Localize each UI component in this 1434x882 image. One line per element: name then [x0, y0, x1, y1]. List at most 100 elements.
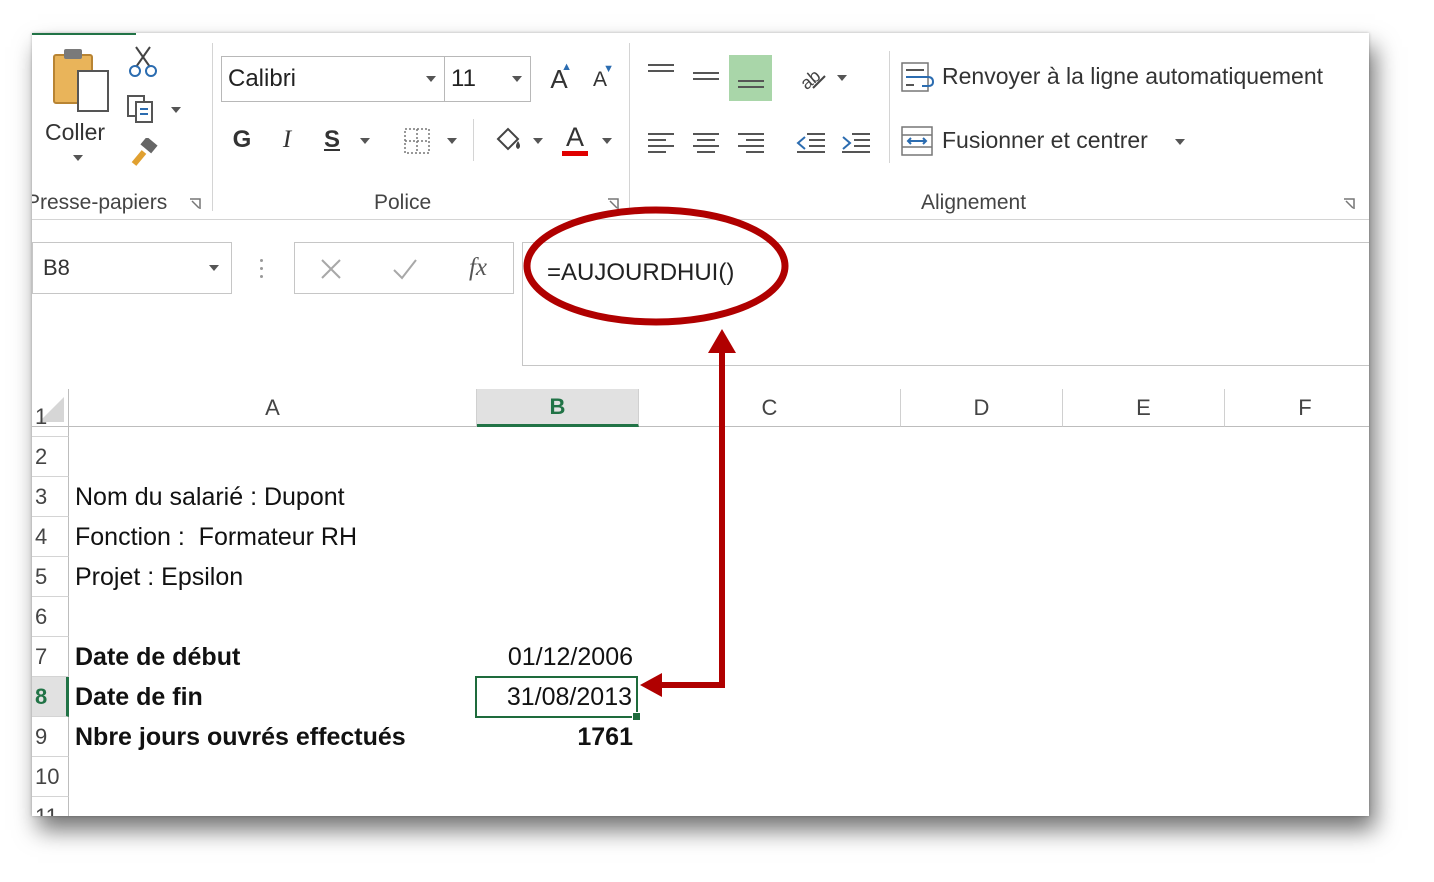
row-header-3[interactable]: 3 — [32, 477, 69, 517]
bold-button[interactable]: G — [227, 123, 257, 157]
name-box[interactable]: B8 — [32, 242, 232, 294]
close-icon — [321, 259, 341, 279]
align-top-icon — [648, 64, 674, 72]
italic-icon: I — [282, 126, 292, 153]
borders-button[interactable] — [401, 125, 433, 157]
merge-cells-icon — [901, 126, 933, 156]
column-header-e[interactable]: E — [1063, 389, 1225, 427]
font-size-combo[interactable]: 11 — [444, 56, 531, 102]
chevron-down-icon — [426, 76, 436, 82]
paste-dropdown-arrow[interactable] — [73, 155, 83, 161]
font-size-value: 11 — [451, 65, 476, 92]
increase-font-size-button[interactable]: A ▲ — [542, 61, 576, 97]
align-left-button[interactable] — [642, 125, 680, 161]
group-label-clipboard: Presse-papiers — [32, 191, 168, 214]
paste-button[interactable]: Coller — [45, 47, 112, 161]
row-header-4[interactable]: 4 — [32, 517, 69, 557]
align-top-button[interactable] — [642, 55, 680, 91]
copy-icon — [127, 95, 153, 123]
column-header-d[interactable]: D — [901, 389, 1063, 427]
cell-a5[interactable]: Projet : Epsilon — [75, 557, 243, 597]
confirm-entry-button[interactable] — [389, 253, 421, 285]
fill-handle[interactable] — [632, 712, 641, 721]
decrease-indent-button[interactable] — [792, 125, 830, 161]
borders-dropdown-arrow[interactable] — [447, 138, 457, 144]
insert-function-button[interactable]: fx — [461, 251, 495, 285]
borders-icon — [404, 128, 430, 154]
bold-icon: G — [232, 126, 252, 153]
font-launcher-icon[interactable] — [606, 197, 620, 211]
merge-dropdown-arrow[interactable] — [1175, 139, 1185, 145]
align-middle-button[interactable] — [687, 59, 725, 95]
copy-button[interactable] — [124, 93, 158, 125]
text-orientation-icon: ab — [796, 65, 826, 92]
merge-center-button[interactable]: Fusionner et centrer — [900, 123, 1190, 161]
clipboard-launcher-icon[interactable] — [188, 197, 202, 211]
separator — [212, 43, 213, 211]
ribbon-bottom-border — [32, 219, 1369, 220]
row-header-6[interactable]: 6 — [32, 597, 69, 637]
row-header-8[interactable]: 8 — [32, 677, 69, 717]
formula-bar-grip — [260, 259, 264, 279]
underline-dropdown-arrow[interactable] — [360, 138, 370, 144]
formula-buttons-box: fx — [294, 242, 514, 294]
separator — [889, 51, 890, 163]
increase-indent-button[interactable] — [837, 125, 875, 161]
fill-color-dropdown-arrow[interactable] — [533, 138, 543, 144]
scissors-icon — [129, 46, 157, 77]
font-name-value: Calibri — [228, 65, 297, 92]
format-painter-button[interactable] — [126, 137, 160, 169]
ribbon-top-accent — [32, 33, 136, 35]
column-header-b[interactable]: B — [477, 389, 639, 427]
orientation-dropdown-arrow[interactable] — [837, 75, 847, 81]
underline-icon: S — [323, 126, 340, 153]
paint-bucket-icon — [496, 127, 520, 151]
function-icon: fx — [468, 254, 488, 281]
copy-dropdown-arrow[interactable] — [171, 107, 181, 113]
group-label-font: Police — [374, 191, 432, 214]
row-header-7[interactable]: 7 — [32, 637, 69, 677]
cell-a7[interactable]: Date de début — [75, 637, 240, 677]
cell-b9[interactable]: 1761 — [477, 717, 633, 757]
decrease-indent-icon — [796, 133, 825, 153]
font-name-combo[interactable]: Calibri — [221, 56, 445, 102]
paste-label: Coller — [45, 119, 106, 145]
align-bottom-icon — [737, 80, 764, 88]
excel-window: Coller Presse-papiers Calibri 11 A ▲ A ▼… — [32, 33, 1369, 816]
column-header-c[interactable]: C — [639, 389, 901, 427]
align-center-button[interactable] — [687, 125, 725, 161]
ribbon: Coller Presse-papiers Calibri 11 A ▲ A ▼… — [32, 33, 1369, 221]
row-header-1[interactable]: 1 — [32, 397, 69, 437]
row-header-2[interactable]: 2 — [32, 437, 69, 477]
group-label-alignment: Alignement — [921, 191, 1027, 214]
wrap-text-button[interactable]: Renvoyer à la ligne automatiquement — [900, 59, 1345, 97]
row-header-10[interactable]: 10 — [32, 757, 69, 797]
underline-button[interactable]: S — [317, 123, 347, 157]
align-center-icon — [693, 133, 719, 153]
alignment-launcher-icon[interactable] — [1342, 197, 1356, 211]
fill-color-button[interactable] — [490, 123, 526, 157]
cell-a4[interactable]: Fonction : Formateur RH — [75, 517, 357, 557]
italic-button[interactable]: I — [272, 123, 302, 157]
column-header-a[interactable]: A — [69, 389, 477, 427]
row-header-5[interactable]: 5 — [32, 557, 69, 597]
font-color-button[interactable]: A — [558, 121, 592, 159]
cancel-entry-button[interactable] — [315, 253, 347, 285]
orientation-button[interactable]: ab — [792, 59, 832, 95]
row-header-11[interactable]: 11 — [32, 797, 69, 816]
cut-button[interactable] — [126, 45, 160, 77]
cell-b7[interactable]: 01/12/2006 — [477, 637, 633, 677]
font-color-dropdown-arrow[interactable] — [602, 138, 612, 144]
decrease-font-size-button[interactable]: A ▼ — [584, 63, 616, 97]
row-header-9[interactable]: 9 — [32, 717, 69, 757]
cell-a3[interactable]: Nom du salarié : Dupont — [75, 477, 345, 517]
paintbrush-icon — [131, 138, 158, 166]
cell-a8[interactable]: Date de fin — [75, 677, 203, 717]
selected-cell-b8[interactable]: 31/08/2013 — [475, 676, 641, 721]
align-right-button[interactable] — [732, 125, 770, 161]
checkmark-icon — [393, 259, 417, 280]
column-header-f[interactable]: F — [1225, 389, 1369, 427]
align-bottom-button[interactable] — [729, 55, 772, 101]
cell-a9[interactable]: Nbre jours ouvrés effectués — [75, 717, 406, 757]
formula-input[interactable]: =AUJOURDHUI() — [522, 242, 1369, 366]
